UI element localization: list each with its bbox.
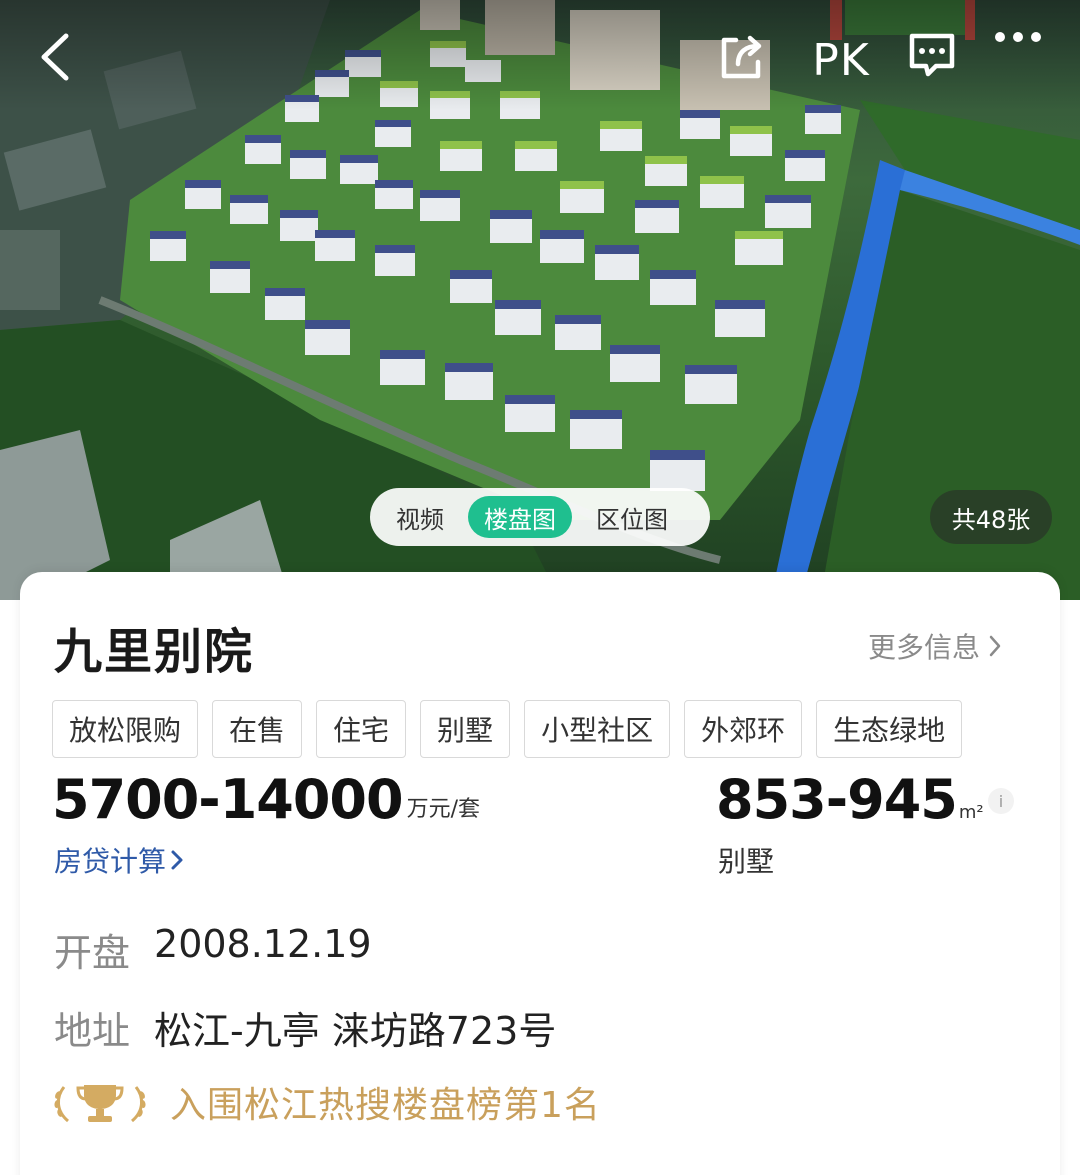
opening-date-label: 开盘 xyxy=(54,931,131,975)
ranking-banner[interactable]: 入围松江热搜楼盘榜第1名 xyxy=(50,1076,601,1128)
property-info-card: 九里别院 更多信息 放松限购 在售 住宅 别墅 小型社区 外郊环 生态绿地 57… xyxy=(20,572,1060,1175)
chevron-right-icon xyxy=(171,850,183,870)
trophy-laurel-icon xyxy=(54,1085,146,1123)
area-type-label: 别墅 xyxy=(718,845,775,878)
share-button[interactable] xyxy=(716,32,776,88)
price-value: 5700-14000 xyxy=(52,768,404,831)
area-block: 853-945 m² xyxy=(716,768,984,831)
pk-compare-button[interactable]: PK xyxy=(806,30,876,90)
opening-date-value: 2008.12.19 xyxy=(154,922,372,966)
more-dots-icon xyxy=(995,32,1041,42)
price-unit: 万元/套 xyxy=(406,797,480,822)
tag-item: 外郊环 xyxy=(684,700,803,758)
tag-item: 生态绿地 xyxy=(816,700,963,758)
message-icon xyxy=(909,33,955,77)
loan-calculator-link[interactable]: 房贷计算 xyxy=(54,840,184,880)
info-icon[interactable]: i xyxy=(988,788,1014,814)
tab-location-map[interactable]: 区位图 xyxy=(580,496,684,538)
ranking-text: 入围松江热搜楼盘榜第1名 xyxy=(170,1085,601,1126)
area-value: 853-945 xyxy=(716,768,958,831)
tag-item: 在售 xyxy=(212,700,303,758)
tag-item: 小型社区 xyxy=(524,700,671,758)
address-row[interactable]: 地址 松江-九亭 涞坊路723号 xyxy=(54,1000,556,1055)
opening-date-row: 开盘 2008.12.19 xyxy=(54,922,372,977)
chevron-right-icon xyxy=(989,635,1001,657)
tag-item: 别墅 xyxy=(420,700,511,758)
tab-property-images[interactable]: 楼盘图 xyxy=(468,496,572,538)
tag-item: 放松限购 xyxy=(52,700,199,758)
more-info-label: 更多信息 xyxy=(868,631,981,664)
tab-video[interactable]: 视频 xyxy=(380,496,460,538)
area-unit: m² xyxy=(958,802,984,823)
media-tab-switch: 视频 楼盘图 区位图 xyxy=(370,488,710,546)
back-button[interactable] xyxy=(38,32,94,88)
share-icon xyxy=(721,35,762,79)
loan-calculator-label: 房贷计算 xyxy=(54,845,167,878)
hero-image[interactable]: PK 视频 楼盘图 区位图 共48张 xyxy=(0,0,1080,600)
chevron-left-icon xyxy=(41,33,69,81)
price-block: 5700-14000 万元/套 xyxy=(52,768,480,831)
more-info-link[interactable]: 更多信息 xyxy=(868,626,1002,666)
property-name: 九里别院 xyxy=(54,624,255,680)
tag-item: 住宅 xyxy=(316,700,407,758)
property-tags: 放松限购 在售 住宅 别墅 小型社区 外郊环 生态绿地 xyxy=(52,700,963,758)
more-button[interactable] xyxy=(992,30,1052,90)
message-button[interactable] xyxy=(906,30,966,90)
address-label: 地址 xyxy=(54,1009,131,1053)
image-count-badge[interactable]: 共48张 xyxy=(930,490,1052,544)
address-value: 松江-九亭 涞坊路723号 xyxy=(154,1009,557,1053)
